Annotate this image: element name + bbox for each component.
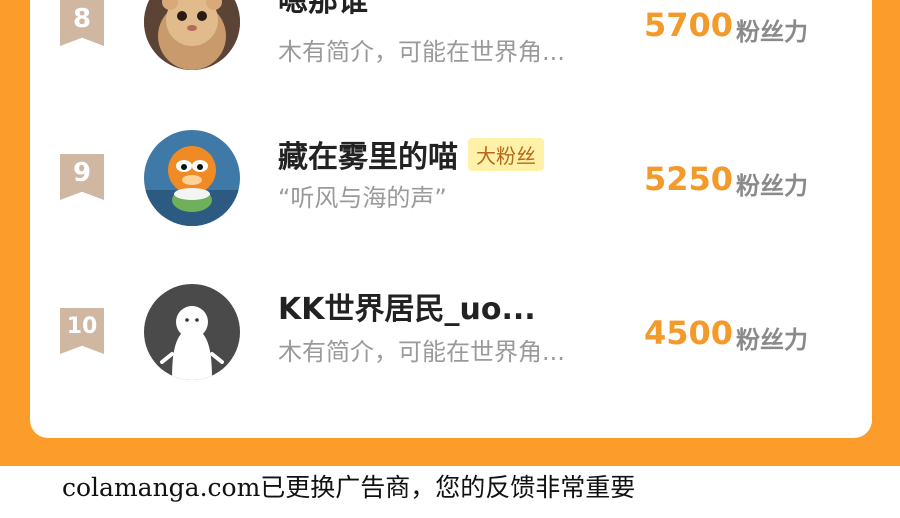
hamster-avatar-icon[interactable] bbox=[144, 0, 240, 70]
user-bio: “听风与海的声” bbox=[278, 184, 447, 212]
fan-score-unit: 粉丝力 bbox=[736, 172, 808, 200]
user-name[interactable]: 藏在雾里的喵 大粉丝 bbox=[278, 132, 544, 176]
garfield-avatar-icon[interactable] bbox=[144, 130, 240, 226]
default-ghost-avatar-icon[interactable] bbox=[144, 284, 240, 380]
user-bio: 木有简介，可能在世界角... bbox=[278, 338, 565, 366]
ranking-row[interactable]: 9 藏在雾里的喵 大粉丝 “听风与海的声” 5250 粉丝力 bbox=[30, 122, 872, 242]
fan-score-unit: 粉丝力 bbox=[736, 18, 808, 46]
fan-ranking-card: 8 嗯那谁 木有简介，可能在世界角... 5700 粉丝力 9 藏在雾里的喵 大… bbox=[30, 0, 872, 438]
user-bio: 木有简介，可能在世界角... bbox=[278, 38, 565, 66]
rank-badge: 8 bbox=[60, 0, 104, 46]
fan-score: 4500 bbox=[644, 314, 734, 352]
fan-score: 5700 bbox=[644, 6, 734, 44]
fan-score: 5250 bbox=[644, 160, 734, 198]
ranking-row[interactable]: 10 KK世界居民_uo... 木有简介，可能在世界角... 4500 粉丝力 bbox=[30, 276, 872, 396]
big-fan-badge: 大粉丝 bbox=[468, 138, 544, 171]
ranking-row[interactable]: 8 嗯那谁 木有简介，可能在世界角... 5700 粉丝力 bbox=[30, 0, 872, 90]
rank-badge: 9 bbox=[60, 154, 104, 200]
user-name[interactable]: 嗯那谁 bbox=[278, 0, 368, 20]
user-name[interactable]: KK世界居民_uo... bbox=[278, 284, 536, 328]
ad-notice-text[interactable]: colamanga.com已更换广告商，您的反馈非常重要 bbox=[62, 468, 635, 504]
rank-badge: 10 bbox=[60, 308, 104, 354]
fan-score-unit: 粉丝力 bbox=[736, 326, 808, 354]
